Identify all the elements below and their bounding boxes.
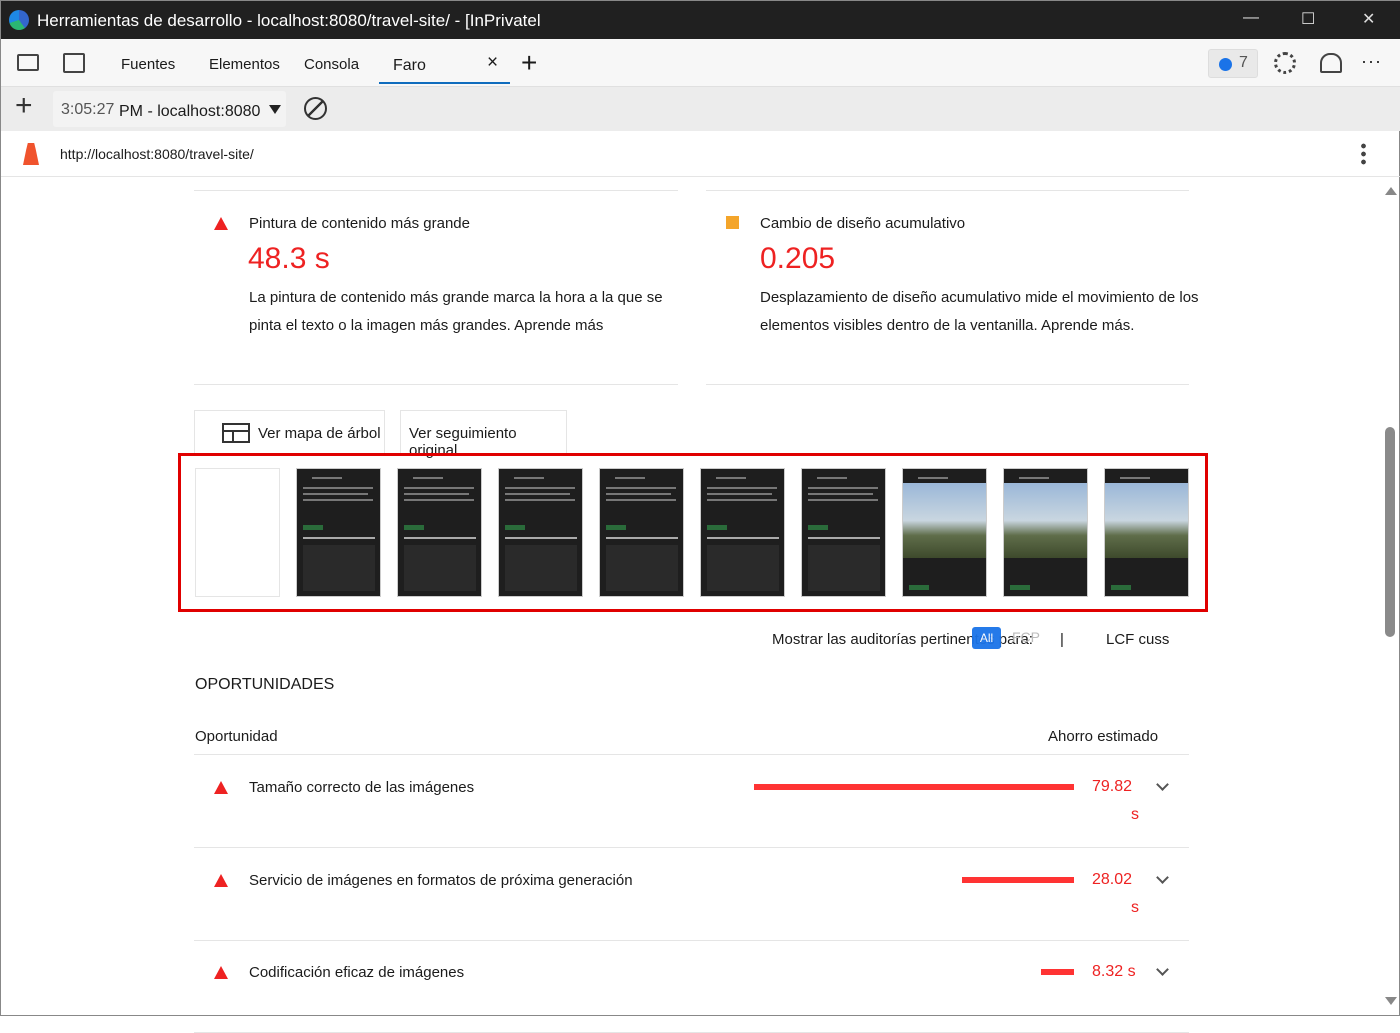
expand-chevron-icon[interactable]: [1156, 963, 1169, 976]
opportunity-title: Servicio de imágenes en formatos de próx…: [249, 872, 633, 889]
filmstrip-frame: [599, 468, 684, 597]
treemap-icon: [222, 423, 250, 443]
savings-unit: s: [1131, 806, 1139, 823]
metric-description: Desplazamiento de diseño acumulativo mid…: [760, 289, 1199, 334]
opportunities-heading: OPORTUNIDADES: [195, 676, 335, 693]
opportunity-title: Codificación eficaz de imágenes: [249, 964, 465, 981]
minimize-button[interactable]: —: [1243, 9, 1259, 27]
scrollbar-thumb[interactable]: [1385, 427, 1395, 637]
issues-count: 7: [1239, 54, 1248, 71]
metric-value: 0.205: [760, 242, 836, 275]
column-header-opportunity: Oportunidad: [195, 728, 278, 745]
fail-triangle-icon: [214, 217, 228, 230]
close-window-button[interactable]: ✕: [1362, 9, 1375, 29]
filmstrip-frame: [1104, 468, 1189, 597]
metric-title: Pintura de contenido más grande: [249, 215, 470, 232]
savings-value: 28.02: [1092, 871, 1133, 888]
lighthouse-icon: [23, 143, 39, 165]
window-title: Herramientas de desarrollo - localhost:8…: [37, 11, 541, 30]
opportunity-title: Tamaño correcto de las imágenes: [249, 779, 475, 796]
treemap-button[interactable]: Ver mapa de árbol: [194, 410, 385, 454]
scrollbar[interactable]: [1382, 177, 1400, 1015]
filter-fcp-button[interactable]: FCP: [1012, 629, 1040, 645]
metric-title: Cambio de diseño acumulativo: [760, 215, 966, 232]
column-header-savings: Ahorro estimado: [1048, 728, 1159, 745]
filmstrip-frame: [1003, 468, 1088, 597]
active-tab-indicator: [379, 82, 510, 84]
fail-triangle-icon: [214, 874, 228, 887]
savings-value: 79.82: [1092, 778, 1133, 795]
metric-description: La pintura de contenido más grande marca…: [249, 289, 663, 334]
close-tab-icon[interactable]: ×: [487, 52, 498, 74]
report-host: PM - localhost:8080: [119, 103, 261, 120]
savings-unit: s: [1131, 899, 1139, 916]
device-emulation-icon[interactable]: [63, 53, 85, 73]
report-selector[interactable]: 3:05:27 PM - localhost:8080: [53, 91, 286, 127]
url-bar: http://localhost:8080/travel-site/: [1, 131, 1400, 177]
report-url[interactable]: http://localhost:8080/travel-site/: [60, 146, 254, 162]
filmstrip-frame: [296, 468, 381, 597]
lighthouse-toolbar: + 3:05:27 PM - localhost:8080: [1, 87, 1400, 131]
fail-triangle-icon: [214, 966, 228, 979]
expand-chevron-icon[interactable]: [1156, 871, 1169, 884]
edge-icon: [9, 10, 29, 30]
tab-faro[interactable]: Faro: [393, 57, 426, 75]
filmstrip-frame: [195, 468, 280, 597]
filmstrip-frame: [498, 468, 583, 597]
savings-bar: [754, 784, 1074, 790]
metric-value: 48.3 s: [248, 242, 330, 275]
message-icon: [1219, 58, 1232, 71]
report-menu-icon[interactable]: [1361, 142, 1366, 166]
tab-consola[interactable]: Consola: [304, 56, 359, 73]
filmstrip-frame: [801, 468, 886, 597]
tab-elementos[interactable]: Elementos: [209, 56, 280, 73]
treemap-label: Ver mapa de árbol: [258, 425, 381, 442]
feedback-icon[interactable]: [1320, 53, 1342, 73]
savings-value: 8.32 s: [1092, 963, 1136, 980]
issues-button[interactable]: 7: [1208, 49, 1258, 78]
tab-fuentes[interactable]: Fuentes: [121, 56, 175, 73]
scroll-up-arrow[interactable]: [1385, 187, 1397, 195]
filmstrip-frame: [902, 468, 987, 597]
title-bar: Herramientas de desarrollo - localhost:8…: [1, 1, 1400, 39]
settings-gear-icon[interactable]: [1274, 52, 1296, 74]
savings-bar: [1040, 969, 1074, 975]
inspect-icon[interactable]: [17, 54, 39, 71]
filmstrip-frame: [397, 468, 482, 597]
new-report-icon[interactable]: +: [15, 89, 33, 123]
scroll-down-arrow[interactable]: [1385, 997, 1397, 1005]
add-tab-icon[interactable]: +: [521, 47, 537, 79]
filmstrip-frame: [700, 468, 785, 597]
devtools-tab-bar: Fuentes Elementos Consola Faro × + 7 ···: [1, 39, 1400, 87]
filter-separator: |: [1060, 631, 1064, 648]
dropdown-arrow-icon: [269, 105, 281, 114]
expand-chevron-icon[interactable]: [1156, 778, 1169, 791]
average-square-icon: [726, 216, 739, 229]
filter-all-button[interactable]: All: [972, 627, 1001, 649]
more-options-icon[interactable]: ···: [1361, 51, 1382, 72]
maximize-button[interactable]: ☐: [1301, 9, 1315, 29]
filter-lcp-button[interactable]: LCF cuss: [1106, 631, 1169, 648]
savings-bar: [962, 877, 1074, 883]
report-time: 3:05:27: [61, 101, 115, 118]
fail-triangle-icon: [214, 781, 228, 794]
view-trace-button[interactable]: Ver seguimiento original: [400, 410, 567, 459]
clear-reports-icon[interactable]: [304, 97, 327, 120]
